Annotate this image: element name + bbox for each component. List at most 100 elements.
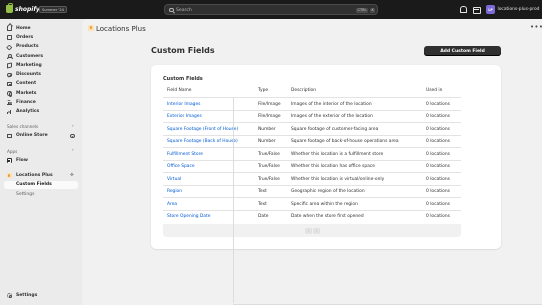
sidebar-item-custom-fields[interactable]: Custom Fields <box>4 180 78 189</box>
custom-fields-card: Custom Fields Field Name Type Descriptio… <box>151 65 501 249</box>
edition-badge: Summer '24 <box>39 6 67 13</box>
person-icon <box>7 53 13 59</box>
sales-channels-heading[interactable]: Sales channels <box>7 124 38 129</box>
field-type: Text <box>258 201 267 207</box>
shortcut-key-k: K <box>370 7 376 13</box>
sidebar-item-label: Marketing <box>16 62 42 68</box>
store-name: locations-plus-prod <box>497 7 540 12</box>
add-custom-field-button[interactable]: Add Custom Field <box>424 46 501 56</box>
globe-icon <box>7 91 12 97</box>
flow-icon <box>7 158 12 163</box>
field-type: Date <box>258 214 269 220</box>
sidebar-item-markets[interactable]: Markets <box>4 89 78 98</box>
table-row[interactable]: Office Space True/False Whether this loc… <box>163 159 461 173</box>
table-row[interactable]: Virtual True/False Whether this location… <box>163 172 461 185</box>
inbox-icon[interactable] <box>472 5 481 14</box>
more-actions-icon[interactable]: ••• <box>530 23 542 31</box>
table-row[interactable]: Region Text Geographic region of the loc… <box>163 184 461 198</box>
field-name-link[interactable]: Fulfillment Store <box>167 152 203 157</box>
field-name-link[interactable]: Square Footage (Front of House) <box>167 127 238 132</box>
search-input[interactable]: Search CTRL K <box>164 4 378 15</box>
previous-page-button[interactable]: ‹ <box>305 227 312 234</box>
sidebar-item-flow[interactable]: Flow <box>4 156 78 165</box>
sidebar-item-analytics[interactable]: Analytics <box>4 108 78 117</box>
tag-icon <box>6 44 12 50</box>
table-row[interactable]: Exterior Images File/Image Images of the… <box>163 109 461 123</box>
field-description: Whether this location is a fulfillment s… <box>291 151 384 157</box>
search-icon <box>169 7 174 13</box>
field-name-link[interactable]: Exterior Images <box>167 114 202 119</box>
content-icon <box>7 81 12 87</box>
field-used-in: 0 locations <box>426 139 450 145</box>
locations-plus-icon <box>88 25 94 31</box>
field-used-in: 0 locations <box>426 101 450 107</box>
app-title: Locations Plus <box>96 24 146 33</box>
field-description: Whether this location is virtual/online-… <box>291 176 385 182</box>
sidebar-item-settings[interactable]: Settings <box>4 291 78 300</box>
sidebar-item-finance[interactable]: Finance <box>4 98 78 107</box>
pin-icon[interactable]: ✜ <box>70 173 74 178</box>
sidebar-item-label: Products <box>16 44 39 50</box>
bar-chart-icon <box>7 109 12 115</box>
field-type: Text <box>258 189 267 195</box>
sidebar-item-marketing[interactable]: Marketing <box>4 61 78 70</box>
logo-text: shopify <box>15 5 40 13</box>
orders-icon <box>7 35 12 40</box>
avatar: LP <box>486 5 495 14</box>
sidebar-item-label: Locations Plus <box>16 172 53 178</box>
sidebar-item-customers[interactable]: Customers <box>4 52 78 61</box>
view-store-icon[interactable] <box>70 133 75 138</box>
field-name-link[interactable]: Interior Images <box>167 102 200 107</box>
home-icon <box>7 26 12 31</box>
sidebar-item-label: Orders <box>16 34 34 40</box>
sidebar-item-products[interactable]: Products <box>4 43 78 52</box>
store-switcher[interactable]: LP locations-plus-prod <box>486 4 539 15</box>
sidebar-item-discounts[interactable]: Discounts <box>4 71 78 80</box>
field-description: Geographic region of the location <box>291 189 365 195</box>
bell-icon[interactable] <box>458 5 467 13</box>
field-type: Number <box>258 126 276 132</box>
sidebar-item-app-settings[interactable]: Settings <box>4 190 78 199</box>
field-used-in: 0 locations <box>426 201 450 207</box>
chevron-right-icon[interactable]: › <box>72 124 74 129</box>
table-row[interactable]: Fulfillment Store True/False Whether thi… <box>163 147 461 160</box>
field-type: True/False <box>258 151 280 157</box>
sidebar-item-home[interactable]: Home <box>4 24 78 33</box>
column-header-used-in: Used in <box>426 88 443 93</box>
bank-icon <box>7 100 12 105</box>
field-description: Date when the store first opened <box>291 214 364 220</box>
field-name-link[interactable]: Area <box>167 202 177 207</box>
field-used-in: 0 locations <box>426 126 450 132</box>
shopify-logo[interactable]: shopify <box>6 3 40 13</box>
sidebar-item-label: Content <box>16 81 37 87</box>
chevron-right-icon[interactable]: › <box>72 148 74 153</box>
field-name-link[interactable]: Store Opening Date <box>167 214 210 219</box>
table-row[interactable]: Square Footage (Back of House) Number Sq… <box>163 134 461 148</box>
next-page-button[interactable]: › <box>313 227 320 234</box>
table-row[interactable]: Store Opening Date Date Date when the st… <box>163 209 461 223</box>
column-header-description: Description <box>291 88 317 93</box>
field-type: True/False <box>258 176 280 182</box>
sidebar-item-locations-plus[interactable]: Locations Plus <box>4 171 78 180</box>
sidebar-item-label: Flow <box>16 157 28 163</box>
field-description: Images of the exterior of the location <box>291 114 373 120</box>
sidebar-item-content[interactable]: Content <box>4 80 78 89</box>
sidebar-item-label: Finance <box>16 100 36 106</box>
table-row[interactable]: Interior Images File/Image Images of the… <box>163 97 461 110</box>
field-name-link[interactable]: Office Space <box>167 164 195 169</box>
field-used-in: 0 locations <box>426 176 450 182</box>
field-type: Number <box>258 139 276 145</box>
table-row[interactable]: Area Text Specific area within the regio… <box>163 197 461 210</box>
field-name-link[interactable]: Square Footage (Back of House) <box>167 139 238 144</box>
sidebar: Home Orders Products Customers Marketing… <box>0 19 82 305</box>
locations-plus-icon <box>7 173 12 178</box>
sidebar-item-label: Discounts <box>16 72 41 78</box>
field-name-link[interactable]: Region <box>167 189 182 194</box>
table-row[interactable]: Square Footage (Front of House) Number S… <box>163 122 461 135</box>
column-header-type: Type <box>258 88 269 93</box>
field-name-link[interactable]: Virtual <box>167 177 181 182</box>
sidebar-item-online-store[interactable]: Online Store <box>4 132 78 141</box>
main-content: Locations Plus ••• Custom Fields Add Cus… <box>82 19 542 305</box>
sidebar-item-orders[interactable]: Orders <box>4 33 78 42</box>
apps-heading[interactable]: Apps <box>7 149 17 154</box>
